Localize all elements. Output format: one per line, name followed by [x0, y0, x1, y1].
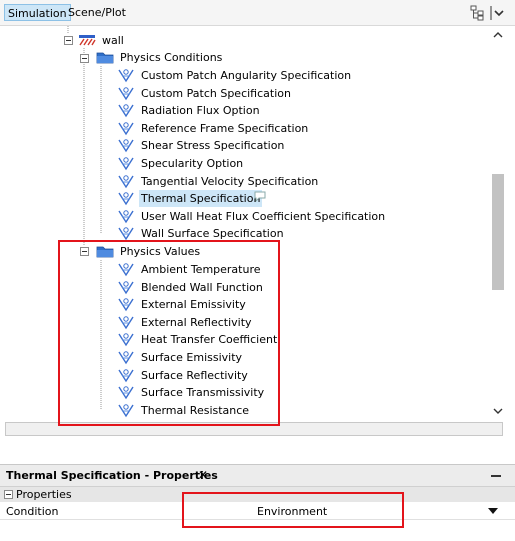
physics-setting-icon [118, 404, 134, 418]
physics-setting-icon [118, 122, 134, 136]
physics-setting-icon [118, 139, 134, 153]
physics-setting-icon [118, 351, 134, 365]
tree-vertical-scrollbar[interactable] [490, 28, 506, 420]
tree-item-label: User Wall Heat Flux Coefficient Specific… [141, 209, 386, 223]
tree-item-label: Radiation Flux Option [141, 104, 260, 118]
tree-item-label: Custom Patch Angularity Specification [141, 69, 352, 82]
minimize-icon[interactable] [491, 475, 501, 477]
physics-setting-icon [118, 298, 134, 312]
wall-collapse-icon[interactable] [64, 36, 73, 45]
physics-setting-icon [118, 104, 134, 118]
physics-values-collapse-icon[interactable] [80, 247, 89, 256]
tree-item-label: wall [102, 34, 124, 47]
tree-item-label: Physics Conditions [120, 51, 223, 64]
properties-group-label: Properties [16, 488, 72, 501]
panel-menu-icon[interactable] [489, 4, 505, 22]
tree-item-label: Custom Patch Specification [141, 86, 291, 100]
tree-item-label: Blended Wall Function [141, 280, 263, 294]
physics-setting-icon [118, 192, 134, 206]
physics-setting-icon [118, 69, 134, 83]
close-icon[interactable]: ✕ [198, 468, 208, 483]
panel-divider [0, 438, 515, 464]
properties-group-header[interactable]: Properties [0, 486, 515, 502]
properties-panel-header: Thermal Specification - Properties ✕ [0, 464, 515, 486]
wall-boundary-icon [79, 35, 96, 46]
tree-item-label: External Emissivity [141, 298, 246, 312]
physics-setting-icon [118, 157, 134, 171]
tree-item-label: Wall Surface Specification [141, 227, 284, 241]
scroll-up-icon[interactable] [490, 28, 506, 42]
tree-item-label: Tangential Velocity Specification [141, 174, 319, 188]
tree-item-label: Thermal Specification [139, 190, 263, 208]
physics-setting-icon [118, 368, 134, 382]
scroll-thumb[interactable] [492, 174, 504, 290]
property-name: Condition [6, 505, 59, 518]
physics-setting-icon [118, 280, 134, 294]
chevron-down-icon[interactable] [488, 508, 498, 514]
tree-item-label: Reference Frame Specification [141, 121, 309, 135]
physics-setting-icon [118, 86, 134, 100]
tab-bar: Simulation Scene/Plot [0, 0, 515, 26]
folder-icon [96, 52, 114, 64]
physics-setting-icon [118, 333, 134, 347]
physics-setting-icon [118, 263, 134, 277]
collapse-icon[interactable] [4, 490, 13, 499]
physics-conditions-collapse-icon[interactable] [80, 54, 89, 63]
folder-icon [96, 246, 114, 258]
simulation-tree: wall Physics Conditions Custom Patch Angul… [0, 26, 515, 420]
property-row-condition[interactable]: Condition Environment [0, 502, 515, 520]
tree-item-label: Surface Emissivity [141, 351, 243, 364]
tree-item-label: Surface Transmissivity [141, 386, 265, 400]
comment-bubble-icon[interactable] [254, 191, 266, 202]
tree-item-label: Ambient Temperature [141, 263, 261, 276]
tree-item-label: Shear Stress Specification [141, 139, 285, 153]
scroll-down-icon[interactable] [490, 404, 506, 418]
physics-setting-icon [118, 210, 134, 224]
physics-setting-icon [118, 316, 134, 330]
tree-item-label: External Reflectivity [141, 315, 252, 329]
physics-setting-icon [118, 227, 134, 241]
tree-item-label: Heat Transfer Coefficient [141, 333, 278, 347]
tree-horizontal-scrollbar[interactable] [5, 422, 503, 436]
tree-view-icon[interactable] [469, 5, 485, 21]
tree-item-label: Physics Values [120, 245, 201, 258]
tree-item-label: Thermal Resistance [141, 403, 250, 417]
tab-scene-plot[interactable]: Scene/Plot [65, 4, 129, 21]
tree-item-label: Surface Reflectivity [141, 368, 248, 382]
properties-title: Thermal Specification - Properties [6, 469, 218, 482]
physics-setting-icon [118, 386, 134, 400]
tab-simulation[interactable]: Simulation [4, 4, 71, 21]
condition-value-select[interactable]: Environment [257, 504, 327, 519]
tree-item-label: Specularity Option [141, 157, 244, 170]
physics-setting-icon [118, 174, 134, 188]
